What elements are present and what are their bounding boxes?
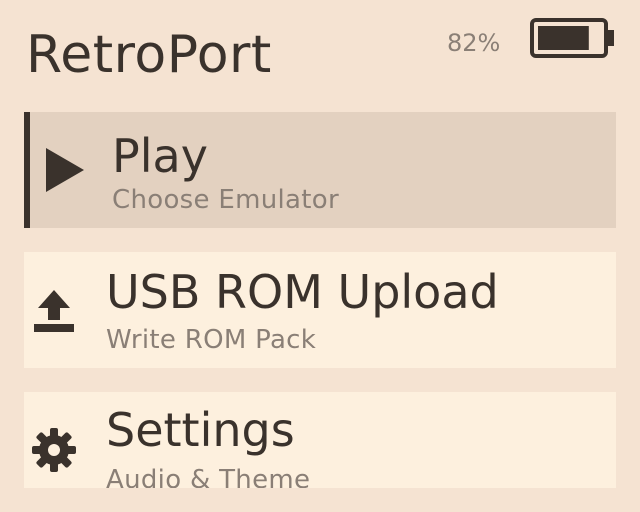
- app-title: RetroPort: [26, 25, 272, 85]
- battery-percent: 82%: [447, 29, 501, 57]
- menu-item-play[interactable]: Play Choose Emulator: [24, 112, 616, 228]
- gear-icon: [32, 428, 76, 472]
- menu-item-label: Settings: [106, 403, 295, 457]
- menu-item-usb-rom-upload[interactable]: USB ROM Upload Write ROM Pack: [24, 252, 616, 368]
- menu-item-label: USB ROM Upload: [106, 265, 499, 319]
- menu-item-label: Play: [112, 129, 208, 183]
- play-icon: [46, 148, 84, 192]
- menu-item-subtitle: Audio & Theme: [106, 465, 311, 488]
- menu-item-settings[interactable]: Settings Audio & Theme: [24, 392, 616, 488]
- menu-item-subtitle: Write ROM Pack: [106, 325, 317, 355]
- upload-icon: [34, 290, 74, 332]
- battery-fill: [538, 26, 589, 50]
- menu-item-subtitle: Choose Emulator: [112, 185, 339, 215]
- battery-icon: [530, 18, 614, 58]
